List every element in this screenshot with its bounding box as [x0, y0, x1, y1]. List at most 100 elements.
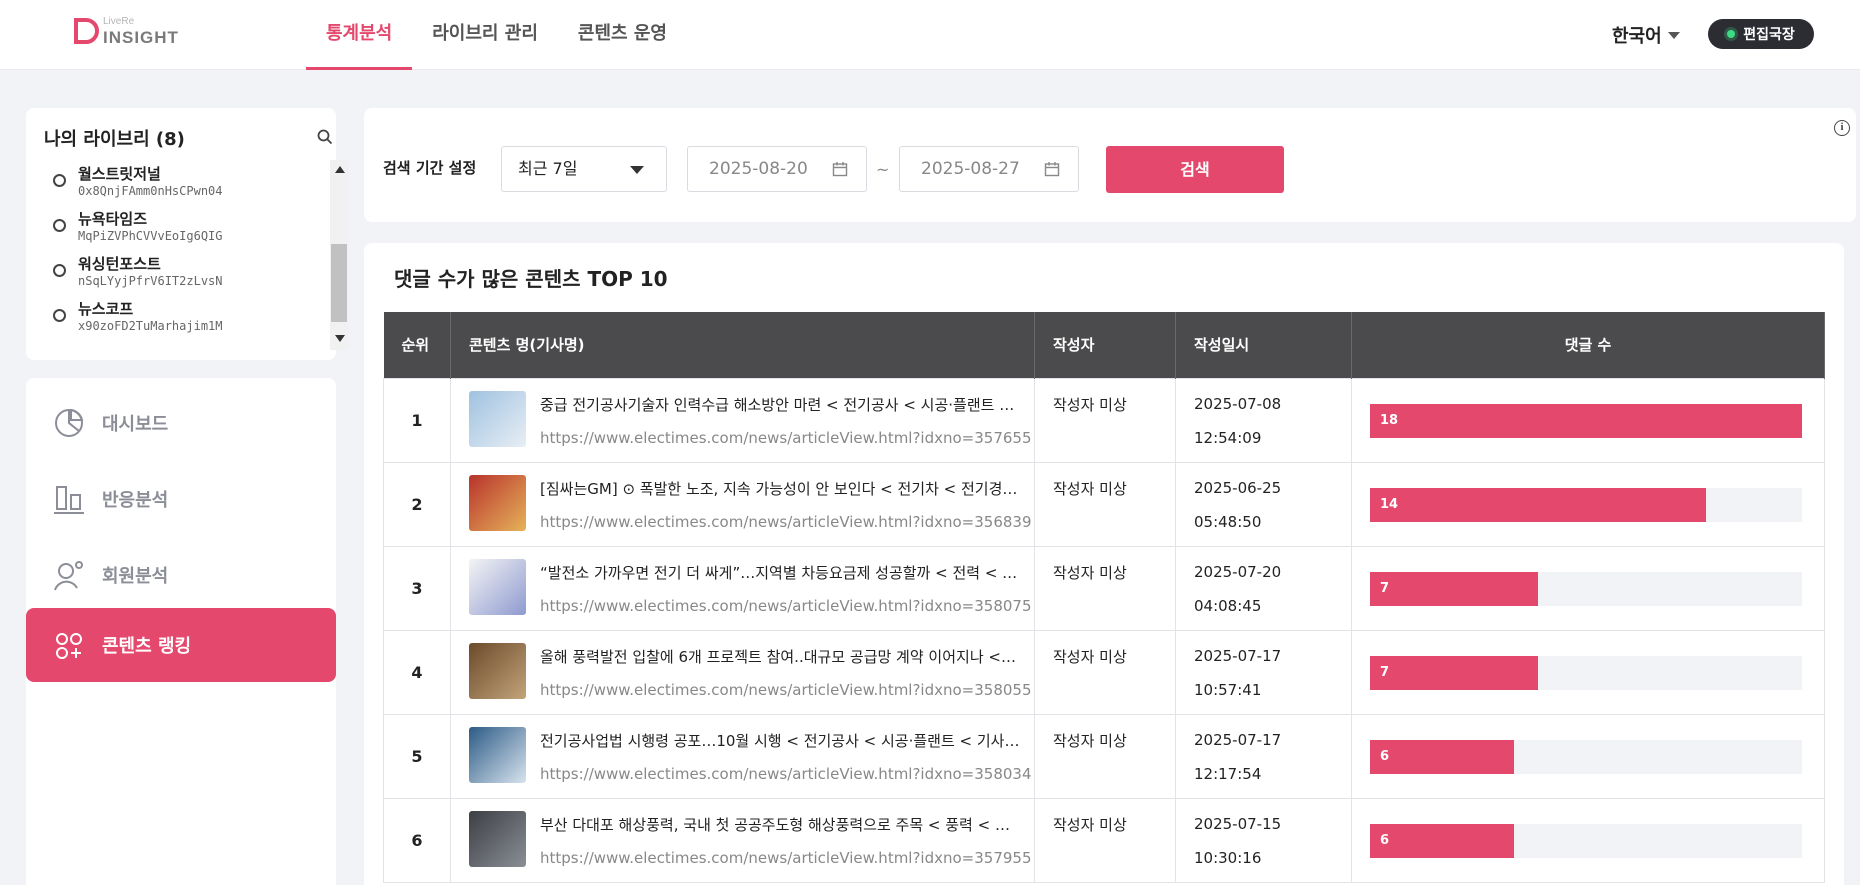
comment-count-label: 6 [1380, 832, 1390, 848]
scroll-down-icon[interactable] [335, 335, 345, 342]
start-date-value: 2025-08-20 [709, 159, 808, 179]
library-list: 월스트릿저널 0x8QnjFAmm0nHsCPwn04 뉴욕타임즈 MqPiZV… [48, 158, 318, 350]
language-selector[interactable]: 한국어 [1612, 22, 1680, 48]
column-header-rank: 순위 [383, 312, 451, 378]
ranking-title: 댓글 수가 많은 콘텐츠 TOP 10 [394, 267, 668, 291]
nav-tab-library-management[interactable]: 라이브리 관리 [412, 0, 558, 70]
main-nav: 통계분석 라이브리 관리 콘텐츠 운영 [306, 0, 687, 70]
comment-bar-track: 7 [1370, 571, 1802, 606]
article-url[interactable]: https://www.electimes.com/news/articleVi… [540, 849, 1032, 867]
table-row[interactable]: 1 중급 전기공사기술자 인력수급 해소방안 마련 < 전기공사 < 시공·플랜트… [383, 377, 1825, 463]
article-title[interactable]: [짐싸는GM] ⊙ 폭발한 노조, 지속 가능성이 안 보인다 < 전기차 < … [540, 478, 1020, 499]
end-date-value: 2025-08-27 [921, 159, 1020, 179]
published-date: 2025-07-20 [1194, 562, 1282, 581]
article-title[interactable]: 부산 다대포 해상풍력, 국내 첫 공공주도형 해상풍력으로 주목 < 풍력 <… [540, 814, 1020, 835]
article-title[interactable]: 전기공사업법 시행령 공포…10월 시행 < 전기공사 < 시공·플랜트 < 기… [540, 730, 1020, 751]
end-date-input[interactable]: 2025-08-27 [899, 146, 1079, 192]
user-role-badge[interactable]: 편집국장 [1708, 19, 1814, 49]
radio-button[interactable] [53, 219, 66, 232]
library-name: 뉴욕타임즈 [78, 210, 148, 228]
library-scrollbar[interactable] [330, 160, 348, 350]
search-icon[interactable] [316, 128, 334, 146]
content-cell[interactable]: 전기공사업법 시행령 공포…10월 시행 < 전기공사 < 시공·플랜트 < 기… [450, 713, 1035, 799]
article-title[interactable]: “발전소 가까우면 전기 더 싸게”…지역별 차등요금제 성공할까 < 전력 <… [540, 562, 1020, 583]
date-cell: 2025-07-20 04:08:45 [1175, 545, 1352, 631]
article-thumbnail[interactable] [469, 558, 526, 615]
period-select[interactable]: 최근 7일 [501, 146, 667, 192]
scroll-up-icon[interactable] [335, 166, 345, 173]
column-header-comments: 댓글 수 [1351, 312, 1825, 378]
search-filter-card: i 검색 기간 설정 최근 7일 2025-08-20 ~ 2025-08-27… [364, 108, 1856, 222]
menu-item-member-analysis[interactable]: 회원분석 [26, 538, 336, 612]
table-row[interactable]: 3 “발전소 가까우면 전기 더 싸게”…지역별 차등요금제 성공할까 < 전력 … [383, 545, 1825, 631]
menu-item-reaction-analysis[interactable]: 반응분석 [26, 462, 336, 536]
date-cell: 2025-07-17 12:17:54 [1175, 713, 1352, 799]
column-header-content: 콘텐츠 명(기사명) [450, 312, 1035, 378]
bar-chart-icon [54, 486, 84, 514]
rank-cell: 1 [383, 377, 451, 463]
start-date-input[interactable]: 2025-08-20 [687, 146, 867, 192]
author-cell: 작성자 미상 [1034, 629, 1176, 715]
comment-bar-track: 18 [1370, 403, 1802, 438]
published-date: 2025-07-17 [1194, 730, 1282, 749]
article-url[interactable]: https://www.electimes.com/news/articleVi… [540, 681, 1032, 699]
rank-cell: 3 [383, 545, 451, 631]
radio-button[interactable] [53, 174, 66, 187]
table-row[interactable]: 4 올해 풍력발전 입찰에 6개 프로젝트 참여..대규모 공급망 계약 이어지나… [383, 629, 1825, 715]
liver-insight-logo[interactable]: LiveRe INSIGHT [70, 14, 180, 54]
library-name: 뉴스코프 [78, 300, 134, 318]
chevron-down-icon [630, 166, 644, 174]
article-thumbnail[interactable] [469, 474, 526, 531]
comment-count-cell: 6 [1351, 713, 1825, 799]
article-thumbnail[interactable] [469, 390, 526, 447]
content-cell[interactable]: 올해 풍력발전 입찰에 6개 프로젝트 참여..대규모 공급망 계약 이어지나 … [450, 629, 1035, 715]
article-thumbnail[interactable] [469, 642, 526, 699]
library-item[interactable]: 뉴욕타임즈 MqPiZVPhCVVvEoIg6QIG [48, 203, 318, 248]
logo-big-text: INSIGHT [103, 28, 179, 47]
article-title[interactable]: 중급 전기공사기술자 인력수급 해소방안 마련 < 전기공사 < 시공·플랜트 … [540, 394, 1020, 415]
comment-count-label: 14 [1380, 496, 1399, 512]
menu-item-label: 회원분석 [102, 566, 169, 587]
content-cell[interactable]: [짐싸는GM] ⊙ 폭발한 노조, 지속 가능성이 안 보인다 < 전기차 < … [450, 461, 1035, 547]
radio-button[interactable] [53, 264, 66, 277]
ranking-icon [56, 633, 82, 659]
article-url[interactable]: https://www.electimes.com/news/articleVi… [540, 765, 1032, 783]
scrollbar-thumb[interactable] [331, 244, 347, 322]
table-row[interactable]: 2 [짐싸는GM] ⊙ 폭발한 노조, 지속 가능성이 안 보인다 < 전기차 <… [383, 461, 1825, 547]
menu-item-content-ranking[interactable]: 콘텐츠 랭킹 [26, 608, 336, 682]
info-icon[interactable]: i [1834, 120, 1850, 136]
radio-button[interactable] [53, 309, 66, 322]
comment-count-label: 7 [1380, 580, 1390, 596]
table-row[interactable]: 6 부산 다대포 해상풍력, 국내 첫 공공주도형 해상풍력으로 주목 < 풍력 … [383, 797, 1825, 883]
article-thumbnail[interactable] [469, 726, 526, 783]
library-item[interactable]: 월스트릿저널 0x8QnjFAmm0nHsCPwn04 [48, 158, 318, 203]
nav-tab-statistics[interactable]: 통계분석 [306, 0, 413, 70]
date-cell: 2025-07-08 12:54:09 [1175, 377, 1352, 463]
date-cell: 2025-07-17 10:57:41 [1175, 629, 1352, 715]
article-url[interactable]: https://www.electimes.com/news/articleVi… [540, 597, 1032, 615]
library-id: 0x8QnjFAmm0nHsCPwn04 [78, 184, 223, 198]
comment-bar-track: 7 [1370, 655, 1802, 690]
article-title[interactable]: 올해 풍력발전 입찰에 6개 프로젝트 참여..대규모 공급망 계약 이어지나 … [540, 646, 1020, 667]
date-cell: 2025-06-25 05:48:50 [1175, 461, 1352, 547]
library-name: 워싱턴포스트 [78, 255, 161, 273]
period-select-value: 최근 7일 [518, 159, 578, 178]
table-row[interactable]: 5 전기공사업법 시행령 공포…10월 시행 < 전기공사 < 시공·플랜트 < … [383, 713, 1825, 799]
search-button[interactable]: 검색 [1106, 146, 1284, 193]
rank-cell: 4 [383, 629, 451, 715]
article-url[interactable]: https://www.electimes.com/news/articleVi… [540, 429, 1032, 447]
content-cell[interactable]: “발전소 가까우면 전기 더 싸게”…지역별 차등요금제 성공할까 < 전력 <… [450, 545, 1035, 631]
content-cell[interactable]: 중급 전기공사기술자 인력수급 해소방안 마련 < 전기공사 < 시공·플랜트 … [450, 377, 1035, 463]
content-cell[interactable]: 부산 다대포 해상풍력, 국내 첫 공공주도형 해상풍력으로 주목 < 풍력 <… [450, 797, 1035, 883]
article-thumbnail[interactable] [469, 810, 526, 867]
calendar-icon [1044, 162, 1060, 177]
author-cell: 작성자 미상 [1034, 377, 1176, 463]
published-time: 12:54:09 [1194, 428, 1262, 447]
article-url[interactable]: https://www.electimes.com/news/articleVi… [540, 513, 1032, 531]
menu-item-dashboard[interactable]: 대시보드 [26, 386, 336, 460]
period-filter-label: 검색 기간 설정 [383, 159, 477, 177]
library-item[interactable]: 뉴스코프 x90zoFD2TuMarhajim1M [48, 293, 318, 338]
published-time: 10:30:16 [1194, 848, 1262, 867]
nav-tab-content-operation[interactable]: 콘텐츠 운영 [558, 0, 687, 70]
library-item[interactable]: 워싱턴포스트 nSqLYyjPfrV6IT2zLvsN [48, 248, 318, 293]
